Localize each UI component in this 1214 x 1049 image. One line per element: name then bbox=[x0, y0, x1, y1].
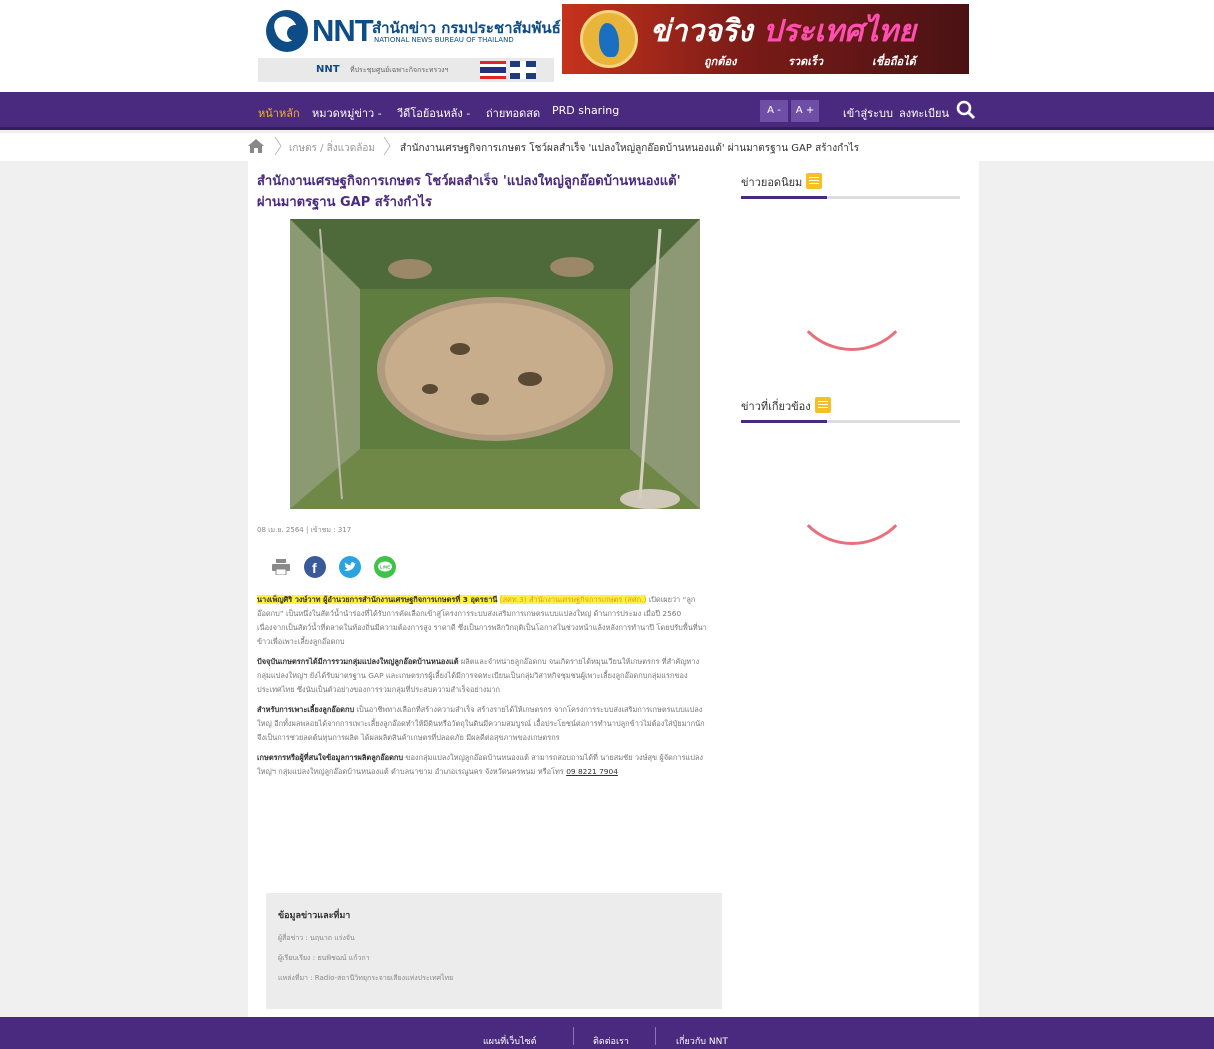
source-info-box: ข้อมูลข่าวและที่มา ผู้สื่อข่าว : นฤนาถ แ… bbox=[266, 893, 722, 1009]
font-decrease-button[interactable]: A - bbox=[760, 100, 788, 122]
source-editor: ผู้เรียบเรียง : ธนพิชฌน์ แก้วกา bbox=[278, 954, 370, 962]
p1-bold: นางเพ็ญศิริ วงษ์วาท ผู้อำนวยการสำนักงานเ… bbox=[257, 595, 498, 604]
p3-bold: สำหรับการเพาะเลี้ยงลูกอ๊อดกบ bbox=[257, 705, 355, 714]
banner-tag-accurate: ถูกต้อง bbox=[704, 55, 737, 68]
twitter-share-icon[interactable] bbox=[339, 556, 361, 578]
footer-sitemap[interactable]: แผนที่เว็บไซต์ bbox=[483, 1034, 536, 1048]
loading-spinner bbox=[788, 223, 916, 351]
logo-nnt-text: NNT bbox=[312, 13, 374, 48]
list-icon bbox=[814, 397, 831, 413]
logo-strip: NNT ที่ประชุมศูนย์เฉพาะกิจกระทรวงฯ bbox=[258, 58, 554, 82]
popular-news-heading: ข่าวยอดนิยม bbox=[741, 173, 823, 191]
search-icon[interactable] bbox=[956, 100, 976, 120]
article-title: สำนักงานเศรษฐกิจการเกษตร โชว์ผลสำเร็จ 'แ… bbox=[257, 174, 681, 210]
footer-divider bbox=[573, 1027, 574, 1045]
popular-underline bbox=[741, 196, 960, 199]
chevron-right-icon bbox=[383, 136, 391, 156]
paragraph-3: สำหรับการเพาะเลี้ยงลูกอ๊อดกบ เป็นอาชีพทา… bbox=[257, 703, 709, 745]
site-footer: แผนที่เว็บไซต์ ติดต่อเรา เกี่ยวกับ NNT bbox=[0, 1017, 1214, 1049]
line-share-icon[interactable]: LINE bbox=[374, 556, 396, 578]
paragraph-2: ปัจจุบันเกษตรกรได้มีการรวมกลุ่มแปลงใหญ่ล… bbox=[257, 655, 709, 697]
source-reporter: ผู้สื่อข่าว : นฤนาถ แร่งจัน bbox=[278, 934, 355, 942]
source-title: ข้อมูลข่าวและที่มา bbox=[278, 911, 351, 921]
p1-link[interactable]: (สศท.3) สำนักงานเศรษฐกิจการเกษตร (สศก.) bbox=[499, 595, 647, 604]
related-news-heading: ข่าวที่เกี่ยวข้อง bbox=[741, 397, 831, 415]
thai-flag-icon[interactable] bbox=[480, 61, 506, 79]
strip-nnt: NNT bbox=[316, 64, 340, 75]
paragraph-1: นางเพ็ญศิริ วงษ์วาท ผู้อำนวยการสำนักงานเ… bbox=[257, 593, 709, 649]
nav-videos[interactable]: วีดีโอย้อนหลัง - bbox=[397, 104, 470, 122]
p4-bold: เกษตรกรหรือผู้ที่สนใจข้อมูลการผลิตลูกอ๊อ… bbox=[257, 753, 404, 762]
nav-live[interactable]: ถ่ายทอดสด bbox=[486, 104, 540, 122]
article-photo bbox=[290, 219, 700, 509]
related-news-label: ข่าวที่เกี่ยวข้อง bbox=[741, 400, 811, 413]
font-increase-button[interactable]: A + bbox=[791, 100, 819, 122]
login-link[interactable]: เข้าสู่ระบบ bbox=[843, 104, 893, 122]
banner-tag-fast: รวดเร็ว bbox=[788, 55, 824, 68]
footer-about[interactable]: เกี่ยวกับ NNT bbox=[676, 1034, 728, 1048]
strip-text: ที่ประชุมศูนย์เฉพาะกิจกระทรวงฯ bbox=[350, 66, 449, 74]
uk-flag-icon[interactable] bbox=[510, 61, 536, 79]
facebook-share-icon[interactable]: f bbox=[304, 556, 326, 578]
logo-english-title: NATIONAL NEWS BUREAU OF THAILAND bbox=[374, 36, 514, 44]
svg-text:LINE: LINE bbox=[380, 565, 390, 570]
breadcrumb-current: สำนักงานเศรษฐกิจการเกษตร โชว์ผลสำเร็จ 'แ… bbox=[400, 143, 860, 154]
p2-bold: ปัจจุบันเกษตรกรได้มีการรวมกลุ่มแปลงใหญ่ล… bbox=[257, 657, 459, 666]
chevron-right-icon bbox=[274, 136, 282, 156]
banner-tag-reliable: เชื่อถือได้ bbox=[872, 55, 916, 68]
globe-logo-icon bbox=[266, 10, 308, 52]
banner-title-part2: ประเทศไทย bbox=[763, 14, 916, 49]
popular-news-label: ข่าวยอดนิยม bbox=[741, 176, 803, 189]
fact-check-banner[interactable]: ข่าวจริง ประเทศไทย ถูกต้อง รวดเร็ว เชื่อ… bbox=[562, 4, 969, 74]
nav-categories[interactable]: หมวดหมู่ข่าว - bbox=[312, 104, 382, 122]
print-icon[interactable] bbox=[272, 559, 290, 575]
paragraph-4: เกษตรกรหรือผู้ที่สนใจข้อมูลการผลิตลูกอ๊อ… bbox=[257, 751, 709, 779]
home-icon[interactable] bbox=[247, 138, 265, 154]
source-origin: แหล่งที่มา : Radio-สถานีวิทยุกระจายเสียง… bbox=[278, 974, 454, 982]
article-body: นางเพ็ญศิริ วงษ์วาท ผู้อำนวยการสำนักงานเ… bbox=[257, 593, 709, 785]
svg-text:f: f bbox=[312, 560, 317, 576]
banner-title-part1: ข่าวจริง bbox=[650, 14, 753, 49]
breadcrumb-category[interactable]: เกษตร / สิ่งแวดล้อม bbox=[289, 141, 375, 156]
nav-home[interactable]: หน้าหลัก bbox=[258, 104, 300, 122]
loading-spinner bbox=[788, 417, 916, 545]
content-page: สำนักงานเศรษฐกิจการเกษตร โชว์ผลสำเร็จ 'แ… bbox=[248, 161, 979, 1017]
site-header: NNT สำนักข่าว กรมประชาสัมพันธ์ NATIONAL … bbox=[0, 0, 1214, 92]
footer-divider bbox=[655, 1027, 656, 1045]
list-icon bbox=[806, 173, 823, 189]
nnt-logo[interactable]: NNT สำนักข่าว กรมประชาสัมพันธ์ NATIONAL … bbox=[258, 8, 561, 84]
phone-link[interactable]: 09 8221 7904 bbox=[566, 767, 618, 776]
footer-contact[interactable]: ติดต่อเรา bbox=[593, 1034, 629, 1048]
breadcrumb: เกษตร / สิ่งแวดล้อม สำนักงานเศรษฐกิจการเ… bbox=[0, 133, 1214, 161]
nav-prd-sharing[interactable]: PRD sharing bbox=[552, 104, 619, 117]
banner-title: ข่าวจริง ประเทศไทย bbox=[650, 8, 916, 55]
register-link[interactable]: ลงทะเบียน bbox=[899, 104, 949, 122]
main-nav: หน้าหลัก หมวดหมู่ข่าว - วีดีโอย้อนหลัง -… bbox=[0, 92, 1214, 130]
article-meta: 08 เม.ย. 2564 | เข้าชม : 317 bbox=[257, 526, 352, 534]
thailand-map-icon bbox=[580, 10, 638, 68]
